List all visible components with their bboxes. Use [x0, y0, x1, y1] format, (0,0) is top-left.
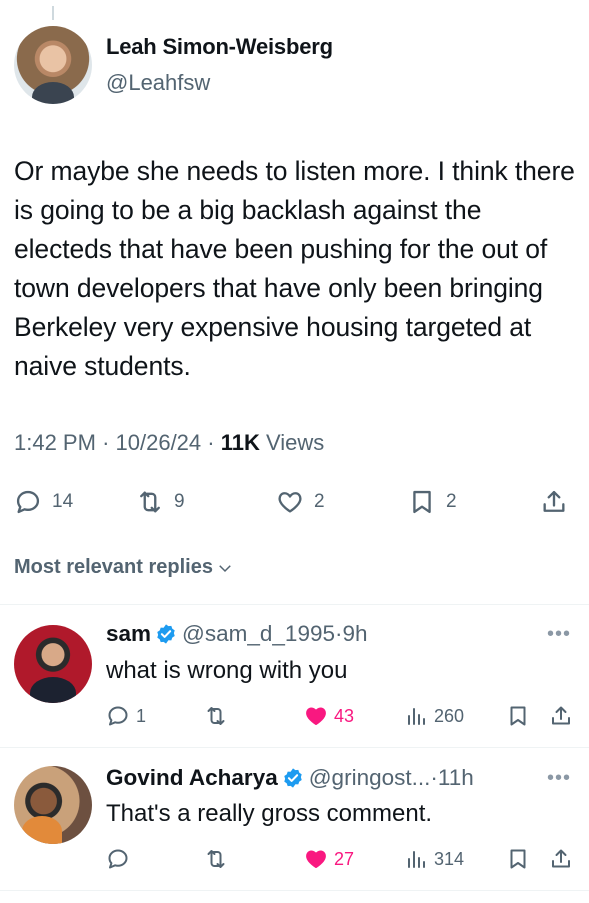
repost-button[interactable]: 9	[136, 482, 185, 522]
like-button[interactable]: 43	[304, 701, 354, 731]
author-avatar[interactable]	[14, 26, 92, 104]
tweet-meta: 1:42 PM · 10/26/24 · 11K Views	[14, 430, 324, 456]
reply-icon	[16, 490, 40, 514]
like-button[interactable]: 2	[276, 482, 325, 522]
share-button[interactable]	[549, 844, 573, 874]
chevron-down-icon	[219, 564, 231, 572]
replies-sort-dropdown[interactable]: Most relevant replies	[14, 556, 234, 579]
repost-icon	[140, 491, 160, 513]
tweet-text: Or maybe she needs to listen more. I thi…	[14, 156, 575, 381]
views-button[interactable]: 260	[404, 701, 464, 731]
tweet-time[interactable]: 1:42 PM	[14, 430, 96, 455]
repost-button[interactable]	[204, 844, 228, 874]
author-handle[interactable]: @Leahfsw	[106, 70, 210, 96]
like-count: 43	[334, 705, 355, 726]
like-count: 2	[314, 491, 325, 512]
bookmark-button[interactable]	[506, 701, 530, 731]
reply-text: That's a really gross comment.	[106, 800, 433, 827]
reply-button[interactable]	[106, 844, 130, 874]
bookmark-icon	[510, 849, 526, 869]
repost-button[interactable]	[204, 701, 228, 731]
reply-author-handle[interactable]: @gringost...	[309, 765, 431, 791]
verified-icon	[284, 768, 302, 788]
reply-icon	[108, 849, 128, 869]
repost-icon	[207, 850, 225, 868]
views-count: 260	[434, 705, 465, 726]
thread-line	[52, 6, 54, 20]
reply-text: what is wrong with you	[106, 657, 348, 684]
reply-time[interactable]: 11h	[438, 765, 474, 791]
meta-separator: ·	[430, 765, 438, 790]
share-icon	[543, 490, 565, 512]
divider	[0, 890, 589, 891]
reply-author-name[interactable]: sam	[106, 621, 151, 647]
like-icon	[278, 492, 302, 513]
reply-button[interactable]: 14	[14, 482, 73, 522]
share-button[interactable]	[540, 482, 568, 522]
views-label: Views	[266, 430, 325, 455]
share-button[interactable]	[549, 701, 573, 731]
reply-count: 1	[136, 705, 147, 726]
meta-separator: ·	[335, 621, 343, 646]
tweet-action-bar: 14 9 2 2	[0, 482, 589, 522]
bookmark-count: 2	[446, 491, 457, 512]
reply-button[interactable]: 1	[106, 701, 146, 731]
views-icon	[408, 708, 425, 725]
more-icon[interactable]: •••	[547, 767, 571, 790]
repost-count: 9	[174, 491, 185, 512]
share-icon	[552, 849, 570, 868]
bookmark-icon	[510, 706, 526, 726]
meta-separator: ·	[102, 430, 110, 455]
views-count: 314	[434, 848, 465, 869]
views-count: 11K	[220, 430, 260, 455]
avatar[interactable]	[14, 625, 92, 703]
like-icon	[306, 707, 326, 725]
verified-icon	[157, 624, 175, 644]
views-icon	[408, 851, 425, 868]
author-name[interactable]: Leah Simon-Weisberg	[106, 34, 333, 60]
reply-author-handle[interactable]: @sam_d_1995	[182, 621, 335, 647]
meta-separator: ·	[207, 430, 215, 455]
like-icon	[306, 850, 326, 868]
replies-sort-label: Most relevant replies	[14, 556, 213, 578]
views-button[interactable]: 314	[404, 844, 464, 874]
reply-action-bar: 27 314	[0, 844, 589, 874]
divider	[0, 604, 589, 605]
avatar[interactable]	[14, 766, 92, 844]
reply-action-bar: 1 43 260	[0, 701, 589, 731]
bookmark-icon	[413, 490, 431, 514]
tweet-date[interactable]: 10/26/24	[116, 430, 202, 455]
repost-icon	[207, 707, 225, 725]
divider	[0, 747, 589, 748]
reply-icon	[108, 706, 128, 726]
like-button[interactable]: 27	[304, 844, 354, 874]
reply-time[interactable]: 9h	[343, 621, 368, 647]
more-icon[interactable]: •••	[547, 623, 571, 646]
like-count: 27	[334, 848, 355, 869]
share-icon	[552, 706, 570, 725]
bookmark-button[interactable]	[506, 844, 530, 874]
bookmark-button[interactable]: 2	[408, 482, 457, 522]
reply-count: 14	[52, 491, 74, 512]
reply-author-name[interactable]: Govind Acharya	[106, 765, 278, 791]
